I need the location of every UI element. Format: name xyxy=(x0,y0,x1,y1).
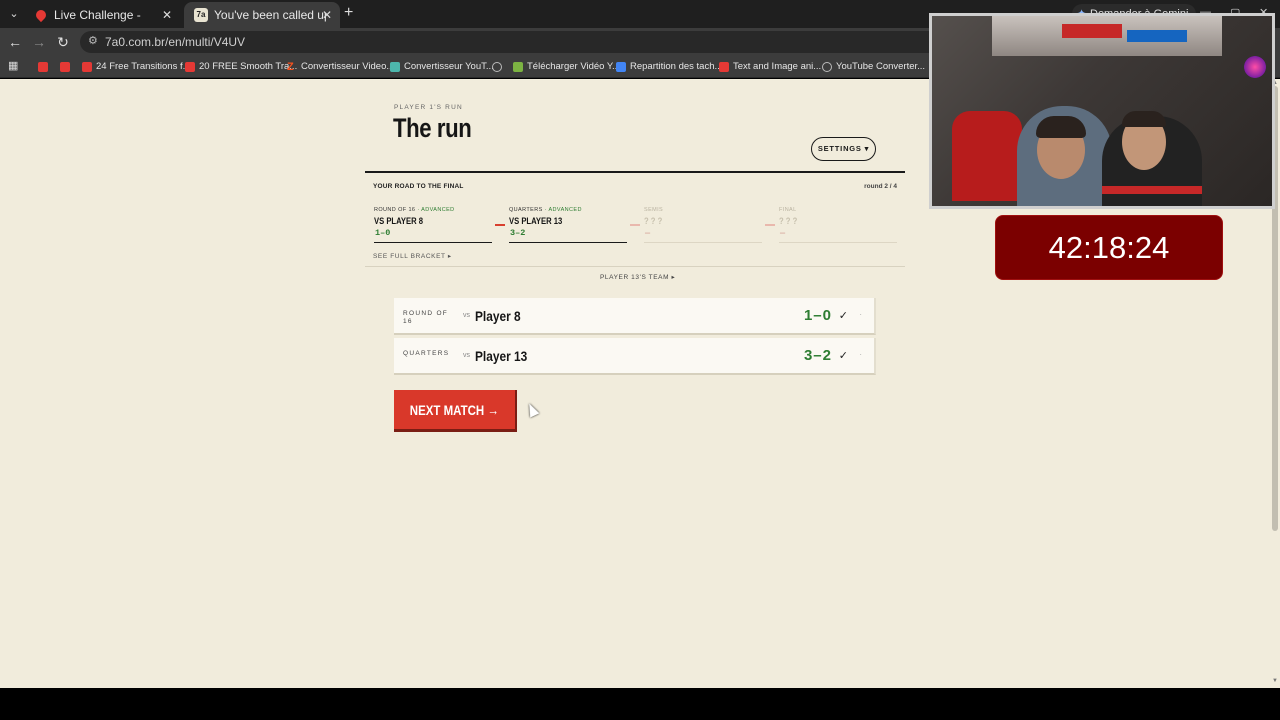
converter-icon xyxy=(390,62,400,72)
youtube-icon xyxy=(38,62,48,72)
road-to-final-panel: YOUR ROAD TO THE FINAL round 2 / 4 ROUND… xyxy=(365,171,905,267)
stage-score: 1–0 xyxy=(375,228,391,238)
flag-decoration xyxy=(1127,30,1187,42)
youtube-icon xyxy=(185,62,195,72)
docs-icon xyxy=(616,62,626,72)
bookmark-item[interactable]: Convertisseur YouT... xyxy=(390,56,494,78)
stage-opponent: VS PLAYER 13 xyxy=(509,216,563,226)
bookmark-item[interactable]: Z Convertisseur Video... xyxy=(287,56,394,78)
page-title: The run xyxy=(393,113,472,143)
forward-arrow-icon[interactable]: → xyxy=(30,33,48,51)
bookmark-item[interactable]: Text and Image ani... xyxy=(719,56,821,78)
mouse-cursor-icon xyxy=(524,401,540,418)
webcam-overlay xyxy=(929,13,1275,209)
stage-connector xyxy=(630,224,640,226)
globe-icon xyxy=(492,62,502,72)
close-tab-icon[interactable]: ✕ xyxy=(162,2,172,28)
bookmark-item[interactable]: YouTube Converter... xyxy=(822,56,925,78)
vs-label: vs xyxy=(463,352,470,359)
round-counter: round 2 / 4 xyxy=(864,183,897,190)
close-tab-icon[interactable]: ✕ xyxy=(322,2,332,28)
stage-status: · ADVANCED xyxy=(417,207,455,213)
stage-connector xyxy=(765,224,775,226)
bookmark-item[interactable] xyxy=(492,56,506,78)
stage-label: QUARTERS xyxy=(509,207,543,213)
url-text: 7a0.com.br/en/multi/V4UV xyxy=(105,35,246,49)
stage-opponent: ? ? ? xyxy=(644,216,663,226)
youtube-icon xyxy=(719,62,729,72)
see-full-bracket-link[interactable]: SEE FULL BRACKET ▸ xyxy=(373,252,452,260)
url-omnibox[interactable]: ⚙ 7a0.com.br/en/multi/V4UV xyxy=(80,31,940,53)
match-score: 1–0 xyxy=(803,307,832,324)
globe-icon xyxy=(822,62,832,72)
team-toggle-link[interactable]: PLAYER 13'S TEAM ▸ xyxy=(600,273,675,281)
reload-icon[interactable]: ↻ xyxy=(54,33,72,51)
match-card-quarters[interactable]: QUARTERS vs Player 13 3–2 ✓ · xyxy=(394,338,876,375)
next-match-button[interactable]: NEXT MATCH → xyxy=(394,390,517,432)
stage-status: · ADVANCED xyxy=(544,207,582,213)
download-icon xyxy=(513,62,523,72)
match-round: ROUND OF 16 xyxy=(403,310,449,325)
site-info-icon[interactable]: ⚙ xyxy=(88,34,98,47)
page-eyebrow: PLAYER 1'S RUN xyxy=(394,104,463,111)
stage-quarters: QUARTERS · ADVANCED VS PLAYER 13 3–2 xyxy=(509,207,627,243)
youtube-icon xyxy=(60,62,70,72)
next-match-label: NEXT MATCH → xyxy=(409,402,500,418)
neon-light xyxy=(1244,56,1266,78)
match-opponent: Player 13 xyxy=(475,348,528,364)
flag-decoration xyxy=(1062,24,1122,38)
stage-score: 3–2 xyxy=(510,228,526,238)
back-arrow-icon[interactable]: ← xyxy=(6,33,24,51)
stage-final: FINAL ? ? ? — xyxy=(779,207,897,243)
apps-grid-icon[interactable]: ▦ xyxy=(8,60,20,72)
stage-score: — xyxy=(645,228,651,238)
more-dot-icon[interactable]: · xyxy=(859,350,862,359)
bookmark-item[interactable]: Télécharger Vidéo Y... xyxy=(513,56,620,78)
youtube-icon xyxy=(82,62,92,72)
vs-label: vs xyxy=(463,312,470,319)
check-icon: ✓ xyxy=(838,350,848,362)
stage-semis: SEMIS ? ? ? — xyxy=(644,207,762,243)
stage-opponent: ? ? ? xyxy=(779,216,798,226)
match-opponent: Player 8 xyxy=(475,308,521,324)
bookmark-item[interactable] xyxy=(38,56,52,78)
match-card-round-of-16[interactable]: ROUND OF 16 vs Player 8 1–0 ✓ · xyxy=(394,298,876,335)
gaming-chair xyxy=(952,111,1022,201)
stream-timer: 42:18:24 xyxy=(995,215,1223,280)
settings-button[interactable]: SETTINGS ▾ xyxy=(811,137,876,161)
stage-label: FINAL xyxy=(779,207,797,213)
bookmark-item[interactable]: 24 Free Transitions f... xyxy=(82,56,191,78)
stage-opponent: VS PLAYER 8 xyxy=(374,216,424,226)
bookmark-item[interactable] xyxy=(60,56,74,78)
stage-label: SEMIS xyxy=(644,207,664,213)
geoguessr-pin-icon xyxy=(33,7,49,23)
bookmark-item[interactable]: Repartition des tach... xyxy=(616,56,722,78)
match-round: QUARTERS xyxy=(403,350,450,357)
stage-label: ROUND OF 16 xyxy=(374,207,416,213)
tab-geoguessr[interactable]: Live Challenge - GeoGuessr ✕ xyxy=(24,2,180,48)
match-score: 3–2 xyxy=(803,347,832,364)
stage-score: — xyxy=(780,228,786,238)
screen-bottom-bar xyxy=(0,688,1280,720)
road-title: YOUR ROAD TO THE FINAL xyxy=(373,183,464,190)
check-icon: ✓ xyxy=(838,310,848,322)
tab-search-chevron-icon[interactable]: ⌄ xyxy=(6,6,22,22)
more-dot-icon[interactable]: · xyxy=(859,310,862,319)
stage-connector xyxy=(495,224,505,226)
tab-7a0-active[interactable]: 7a You've been called up — 16-te ✕ xyxy=(184,2,340,28)
stage-round-of-16: ROUND OF 16 · ADVANCED VS PLAYER 8 1–0 xyxy=(374,207,492,243)
new-tab-plus-icon[interactable]: + xyxy=(344,4,353,22)
bookmark-item[interactable]: 20 FREE Smooth Tra... xyxy=(185,56,297,78)
scroll-down-arrow-icon[interactable]: ▼ xyxy=(1272,678,1278,684)
tab-title: You've been called up — 16-te xyxy=(214,8,326,22)
site-favicon-icon: 7a xyxy=(194,8,208,22)
z-icon: Z xyxy=(287,61,294,73)
